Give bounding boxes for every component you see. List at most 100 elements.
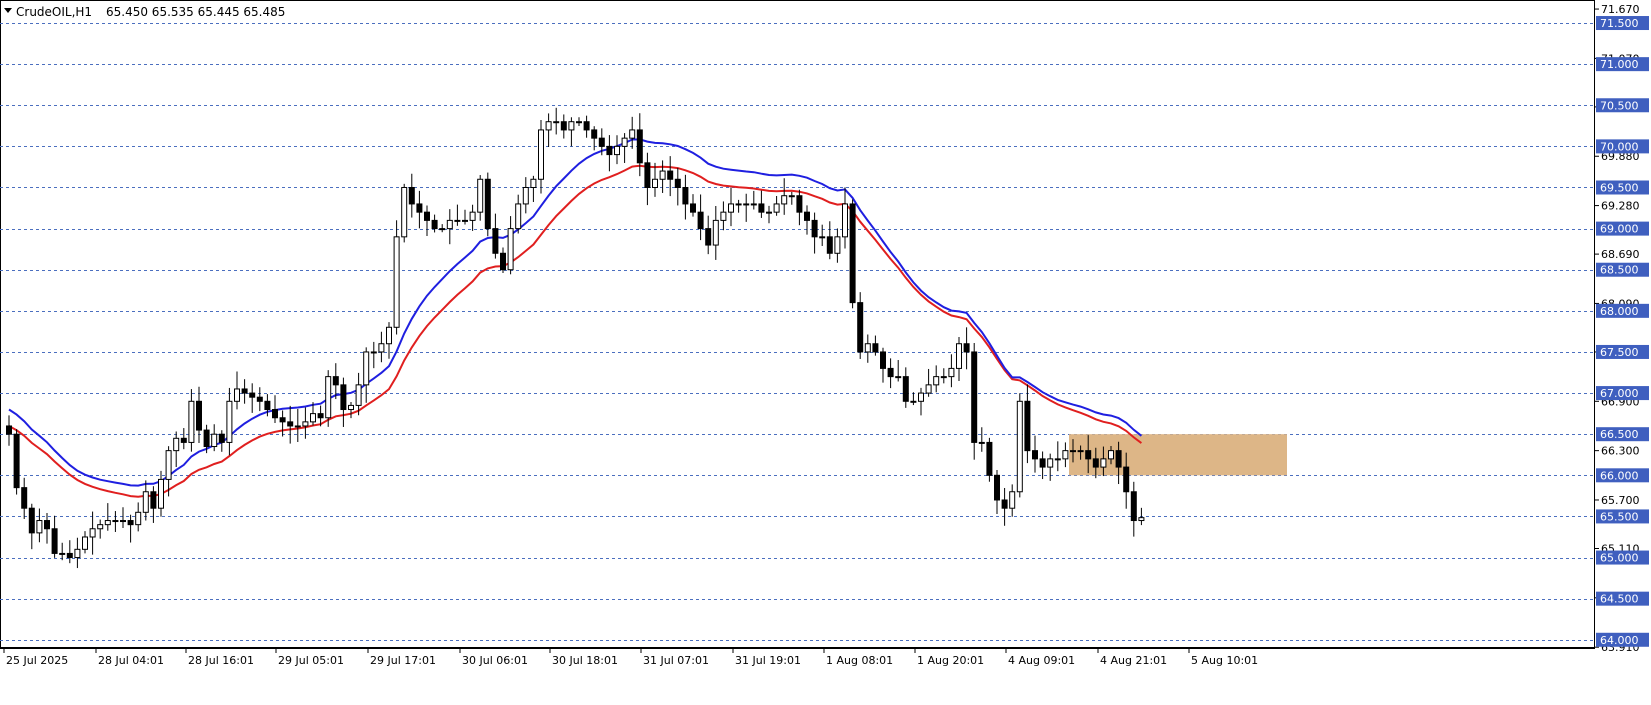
time-axis: 25 Jul 2025 28 Jul 04:01 28 Jul 16:01 29 Ju…: [3, 648, 1258, 667]
bull-candle: [1077, 450, 1084, 453]
bull-candle: [188, 400, 195, 443]
bear-candle: [690, 203, 696, 213]
bear-candle: [1085, 450, 1092, 460]
bull-candle: [819, 236, 826, 239]
bull-candle: [614, 145, 620, 156]
resistance-zone-rect[interactable]: [1069, 434, 1287, 476]
level-tag-label: 69.000: [1600, 223, 1639, 236]
time-tick-label: 4 Aug 09:01: [1008, 654, 1075, 667]
bear-candle: [264, 400, 271, 411]
price-tick-label: 65.700: [1601, 494, 1640, 507]
bear-candle: [340, 384, 347, 411]
time-tick-label: 5 Aug 10:01: [1191, 654, 1258, 667]
bull-candle: [378, 343, 385, 353]
time-tick-label: 30 Jul 18:01: [552, 654, 618, 667]
bull-candle: [842, 203, 848, 238]
bear-candle: [1032, 450, 1038, 460]
bull-candle: [1100, 458, 1107, 468]
bull-candle: [142, 491, 149, 513]
bear-candle: [218, 433, 225, 443]
bear-candle: [287, 421, 294, 427]
bull-candle: [97, 524, 104, 530]
grid-lines: [0, 23, 1594, 641]
bear-candle: [492, 228, 499, 254]
bull-candle: [386, 326, 392, 345]
bull-candle: [1070, 450, 1076, 453]
bear-candle: [857, 302, 864, 353]
bear-candle: [880, 351, 886, 369]
bull-candle: [545, 121, 552, 131]
bull-candle: [82, 536, 88, 550]
bull-candle: [173, 437, 180, 452]
level-tag-label: 67.000: [1600, 387, 1639, 400]
price-tick-label: 71.670: [1601, 3, 1640, 16]
bear-candle: [902, 376, 909, 402]
bear-candle: [971, 351, 978, 443]
time-tick-label: 25 Jul 2025: [6, 654, 68, 667]
price-tick-label: 69.280: [1601, 200, 1640, 213]
bull-candle: [469, 211, 476, 221]
level-tag-label: 70.000: [1600, 140, 1639, 153]
bull-candle: [59, 552, 66, 555]
bear-candle: [196, 400, 202, 431]
bear-candle: [484, 178, 491, 230]
bull-candle: [925, 384, 932, 394]
level-tag-label: 65.500: [1600, 510, 1639, 523]
bull-candle: [454, 219, 461, 222]
bull-candle: [576, 121, 582, 124]
bull-candle: [74, 548, 81, 559]
bull-candle: [226, 400, 233, 443]
bear-candle: [826, 236, 833, 254]
bull-candle: [135, 511, 142, 526]
bull-candle: [553, 121, 560, 124]
bull-candle: [728, 203, 734, 213]
bear-candle: [636, 129, 643, 164]
bull-candle: [1009, 491, 1016, 509]
bear-candle: [986, 441, 993, 476]
time-tick-label: 29 Jul 05:01: [278, 654, 344, 667]
bull-candle: [89, 528, 96, 538]
bull-candle: [310, 413, 316, 423]
bear-candle: [272, 409, 278, 419]
level-tag-label: 65.000: [1600, 552, 1639, 565]
bull-candle: [446, 219, 453, 230]
bear-candle: [796, 195, 803, 213]
bear-candle: [150, 491, 157, 509]
bear-candle: [849, 203, 856, 304]
bear-candle: [583, 121, 590, 131]
bear-candle: [598, 137, 605, 147]
bear-candle: [127, 520, 134, 526]
bear-candle: [887, 367, 894, 378]
bull-candle: [36, 520, 43, 534]
bull-candle: [864, 343, 871, 353]
bull-candle: [743, 203, 750, 206]
bull-candle: [211, 433, 218, 448]
bull-candle: [910, 400, 917, 403]
bull-candle: [234, 388, 240, 402]
bull-candle: [104, 520, 111, 526]
bear-candle: [13, 433, 20, 489]
bull-candle: [370, 351, 377, 354]
bull-candle: [1016, 400, 1023, 493]
price-chart[interactable]: 71.67071.07070.48069.88069.28068.69068.0…: [0, 0, 1651, 705]
bear-candle: [591, 129, 598, 139]
bear-candle: [644, 162, 651, 188]
bull-candle: [652, 178, 658, 188]
bull-candle: [538, 129, 544, 180]
bull-candle: [1062, 450, 1069, 460]
bear-candle: [416, 203, 423, 213]
plot-frame: [0, 0, 1595, 648]
bull-candle: [1108, 450, 1114, 460]
symbol-dropdown-icon[interactable]: [4, 8, 12, 13]
bear-candle: [1123, 466, 1130, 493]
bull-candle: [325, 376, 332, 419]
bear-candle: [560, 121, 567, 131]
bull-candle: [773, 203, 780, 213]
bull-candle: [348, 404, 354, 411]
resistance-zone: [1069, 434, 1287, 476]
time-tick-label: 31 Jul 19:01: [735, 654, 801, 667]
ohlc-readout: 65.450 65.535 65.445 65.485: [106, 5, 285, 19]
bear-candle: [667, 170, 674, 180]
time-tick-label: 29 Jul 17:01: [370, 654, 436, 667]
bull-candle: [165, 450, 172, 480]
